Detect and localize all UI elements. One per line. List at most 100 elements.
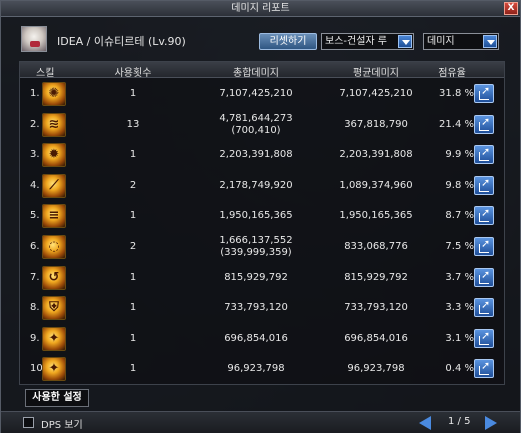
table-row: 2. ≋ 13 4,781,644,273 (700,410) 367,818,790 21… (20, 110, 504, 139)
damage-report-window: 데미지 리포트 X IDEA / 이슈티르테 (Lv.90) 리셋하기 보스-건… (0, 0, 521, 433)
type-select[interactable]: 데미지 (423, 33, 499, 50)
skill-icon-gold-orb: ✦ (42, 326, 66, 351)
row-total-value: 4,781,644,273 (219, 112, 293, 124)
skill-glyph: ✺ (48, 86, 60, 101)
bottom-tabs: 사용한 설정 (25, 389, 505, 407)
row-total-value: 1,666,137,552 (219, 235, 293, 246)
row-total-damage: 96,923,798 (206, 363, 306, 374)
share-link-icon[interactable] (474, 84, 494, 103)
row-total-damage: 733,793,120 (206, 302, 306, 313)
row-share: 3.1 % (445, 332, 474, 344)
row-share: 9.8 % (445, 179, 474, 191)
row-total-damage: 2,203,391,808 (206, 149, 306, 160)
row-average-damage: 833,068,776 (344, 241, 408, 252)
row-average-damage: 815,929,792 (344, 271, 408, 283)
character-avatar (21, 26, 47, 52)
row-total-value: 815,929,792 (224, 271, 288, 283)
skill-glyph: ✦ (48, 330, 60, 346)
row-total-value: 733,793,120 (224, 302, 288, 314)
row-uses: 1 (129, 149, 137, 161)
row-rank: 8. (30, 302, 40, 314)
column-average: 평균데미지 (353, 68, 399, 79)
row-total-value: 2,178,749,920 (219, 179, 293, 191)
row-share: 3.3 % (445, 302, 474, 314)
row-uses: 1 (129, 332, 137, 344)
footer-bar: DPS 보기 1 / 5 (1, 411, 520, 433)
skill-icon-gold-orb-2: ✦ (42, 357, 66, 382)
share-link-icon[interactable] (474, 175, 494, 195)
skill-glyph: ⛨ (49, 300, 59, 316)
row-rank: 5. (30, 210, 40, 222)
row-total-damage: 696,854,016 (206, 333, 306, 344)
skill-glyph: ✦ (48, 361, 60, 377)
share-link-icon[interactable] (474, 114, 494, 134)
share-link-icon[interactable] (474, 267, 494, 287)
row-share: 8.7 % (445, 210, 474, 222)
row-share: 0.4 % (445, 363, 474, 375)
column-share: 점유율 (438, 68, 466, 79)
column-uses: 사용횟수 (114, 68, 152, 79)
table-row: 4. ⟋ 2 2,178,749,920 1,089,374,960 9.8 % (20, 171, 504, 200)
row-rank: 1. (30, 88, 40, 99)
report-header: IDEA / 이슈티르테 (Lv.90) 리셋하기 보스-건설자 루 데미지 (15, 23, 515, 55)
row-rank: 7. (30, 271, 40, 283)
reset-button[interactable]: 리셋하기 (259, 33, 317, 50)
dps-label: DPS 보기 (41, 420, 83, 431)
share-link-icon[interactable] (474, 298, 494, 318)
close-button[interactable]: X (504, 2, 518, 15)
chevron-down-icon[interactable] (398, 35, 412, 48)
row-total-damage: 2,178,749,920 (206, 180, 306, 191)
skill-icon-gold-wave: ≋ (42, 112, 66, 137)
table-row: 9. ✦ 1 696,854,016 696,854,016 3.1 % (20, 324, 504, 353)
column-skill: 스킬 (36, 68, 55, 79)
table-row: 7. ↺ 1 815,929,792 815,929,792 3.7 % (20, 263, 504, 292)
row-uses: 1 (129, 271, 137, 283)
row-total-sub: (700,410) (231, 124, 281, 136)
row-total-damage: 1,950,165,365 (206, 210, 306, 221)
row-share: 31.8 % (439, 88, 474, 99)
skill-icon-gold-swoop: ↺ (42, 265, 66, 290)
table-row: 10. ✦ 1 96,923,798 96,923,798 0.4 % (20, 354, 504, 383)
share-link-icon[interactable] (474, 328, 494, 348)
share-link-icon[interactable] (474, 206, 494, 226)
row-share: 3.7 % (445, 271, 474, 283)
row-uses: 2 (129, 179, 137, 191)
next-page-icon[interactable] (485, 416, 497, 430)
share-link-icon[interactable] (474, 359, 494, 379)
mode-select[interactable]: 보스-건설자 루 (321, 33, 414, 50)
table-row: 5. ≡ 1 1,950,165,365 1,950,165,365 8.7 % (20, 201, 504, 230)
table-row: 1. ✺ 1 7,107,425,210 7,107,425,210 31.8 % (20, 79, 504, 108)
row-average-damage: 733,793,120 (344, 302, 408, 314)
row-rank: 2. (30, 118, 40, 130)
row-uses: 1 (129, 363, 137, 375)
skill-icon-gold-stream: ≡ (42, 204, 66, 229)
row-rank: 6. (30, 241, 40, 252)
row-total-damage: 1,666,137,552 (339,999,359) (206, 235, 306, 259)
column-total: 총합데미지 (233, 68, 279, 79)
type-select-value: 데미지 (427, 36, 455, 47)
table-header: 스킬 사용횟수 총합데미지 평균데미지 점유율 (20, 62, 504, 79)
row-rank: 4. (30, 179, 40, 191)
table-row: 6. ◌ 2 1,666,137,552 (339,999,359) 833,068,77… (20, 232, 504, 261)
row-uses: 13 (126, 118, 140, 130)
share-link-icon[interactable] (474, 237, 494, 256)
chevron-down-icon[interactable] (483, 35, 497, 48)
row-total-sub: (339,999,359) (220, 247, 292, 258)
row-total-damage: 7,107,425,210 (206, 88, 306, 99)
row-average-damage: 2,203,391,808 (339, 149, 413, 161)
prev-page-icon[interactable] (419, 416, 431, 430)
row-share: 7.5 % (445, 241, 474, 252)
tab-used-settings[interactable]: 사용한 설정 (25, 389, 89, 407)
skill-glyph: ✹ (48, 147, 60, 163)
share-link-icon[interactable] (474, 145, 494, 165)
row-rank: 9. (30, 332, 40, 344)
row-total-value: 1,950,165,365 (219, 210, 293, 222)
row-average-damage: 1,950,165,365 (339, 210, 413, 222)
dps-checkbox[interactable] (23, 417, 34, 428)
page-indicator: 1 / 5 (448, 416, 471, 427)
row-total-damage: 815,929,792 (206, 272, 306, 283)
row-share: 9.9 % (445, 149, 474, 161)
title-bar[interactable]: 데미지 리포트 X (1, 1, 520, 17)
table-row: 8. ⛨ 1 733,793,120 733,793,120 3.3 % (20, 293, 504, 322)
skill-glyph: ↺ (48, 269, 60, 285)
